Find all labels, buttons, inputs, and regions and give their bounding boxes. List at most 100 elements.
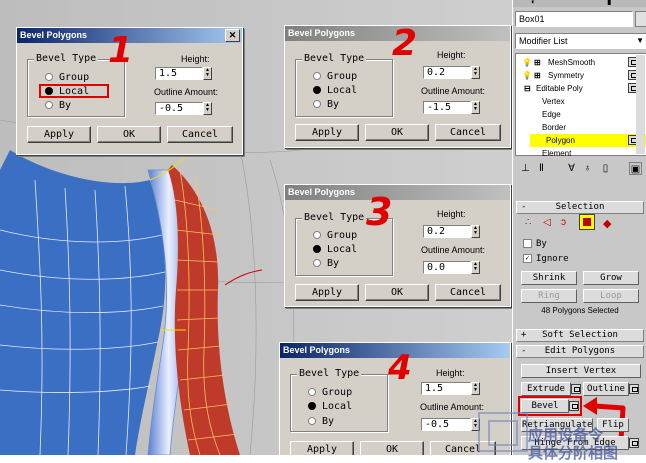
border-icon[interactable]: ↄ	[561, 217, 566, 228]
edge-icon[interactable]: ◁	[543, 217, 551, 228]
cancel-button[interactable]: Cancel	[435, 124, 501, 141]
height-field[interactable]: 0.2	[423, 225, 471, 238]
stack-item-polygon[interactable]: Polygon	[530, 134, 646, 147]
object-color-swatch[interactable]	[635, 11, 646, 27]
cancel-button[interactable]: Cancel	[435, 284, 501, 301]
element-icon[interactable]: ◆	[603, 217, 611, 230]
radio-group[interactable]: Group	[313, 230, 357, 241]
apply-button[interactable]: Apply	[295, 284, 359, 301]
spinner-arrows-icon[interactable]: ▲ ▼	[471, 225, 480, 238]
bevel-settings-icon[interactable]	[569, 401, 579, 411]
modifier-list-dropdown[interactable]: Modifier List ▼	[515, 33, 646, 49]
make-unique-icon[interactable]: ∀	[565, 162, 578, 175]
vertex-icon[interactable]: ∴	[525, 217, 531, 228]
extrude-button[interactable]: Extrude	[521, 382, 571, 396]
spinner-arrows-icon[interactable]: ▲ ▼	[471, 66, 480, 79]
outline-field[interactable]: 0.0	[423, 261, 471, 274]
bevel-button[interactable]: Bevel	[521, 399, 569, 413]
height-label: Height:	[436, 368, 465, 378]
expand-icon[interactable]: ⊞	[534, 56, 541, 69]
show-end-result-icon[interactable]: Ⅱ	[535, 162, 548, 175]
outline-field[interactable]: -0.5	[155, 102, 203, 115]
shrink-button[interactable]: Shrink	[521, 271, 577, 285]
spinner-arrows-icon[interactable]: ▲ ▼	[203, 102, 212, 115]
insert-vertex-button[interactable]: Insert Vertex	[521, 364, 641, 378]
selection-rollout-header[interactable]: - Selection	[516, 201, 644, 214]
ok-button[interactable]: OK	[360, 441, 424, 455]
extrude-settings-icon[interactable]	[571, 384, 581, 394]
radio-group[interactable]: Group	[308, 387, 352, 398]
radio-local[interactable]: Local	[313, 244, 357, 255]
by-vertex-checkbox[interactable]: By	[523, 239, 547, 249]
outline-settings-icon[interactable]	[629, 384, 639, 394]
height-spinner[interactable]: 1.5 ▲ ▼	[421, 382, 481, 395]
pin-stack-icon[interactable]: ⊥	[519, 162, 532, 175]
remove-modifier-icon[interactable]: ♁	[581, 162, 594, 175]
radio-icon	[45, 73, 53, 81]
stack-scrollbar[interactable]	[636, 55, 645, 154]
object-name-field[interactable]: Box01	[515, 11, 633, 27]
outline-field[interactable]: -0.5	[421, 418, 471, 431]
close-button[interactable]: ✕	[225, 29, 240, 42]
spinner-arrows-icon[interactable]: ▲ ▼	[471, 101, 480, 114]
ok-button[interactable]: OK	[97, 126, 161, 143]
height-spinner[interactable]: 0.2 ▲ ▼	[423, 225, 480, 238]
apply-button[interactable]: Apply	[290, 441, 354, 455]
stack-item-meshsmooth[interactable]: 💡 ⊞ MeshSmooth	[516, 56, 646, 69]
radio-local[interactable]: Local	[308, 401, 352, 412]
height-field[interactable]: 1.5	[155, 67, 203, 80]
height-spinner[interactable]: 1.5 ▲ ▼	[155, 67, 212, 80]
radio-by[interactable]: By	[45, 100, 71, 111]
lightbulb-icon[interactable]: 💡	[522, 69, 532, 82]
ok-button[interactable]: OK	[365, 124, 429, 141]
radio-local[interactable]: Local	[45, 86, 89, 97]
display-tab-icon[interactable]: ◐	[531, 0, 536, 6]
radio-local[interactable]: Local	[313, 85, 357, 96]
radio-by[interactable]: By	[308, 416, 334, 427]
dialog-title-bar[interactable]: Bevel Polygons	[285, 185, 510, 200]
stack-item-symmetry[interactable]: 💡 ⊞ Symmetry	[516, 69, 646, 82]
cancel-button[interactable]: Cancel	[167, 126, 233, 143]
apply-button[interactable]: Apply	[27, 126, 91, 143]
outline-spinner[interactable]: -1.5 ▲ ▼	[423, 101, 480, 114]
chevron-down-icon: ▼	[636, 36, 644, 45]
outline-spinner[interactable]: 0.0 ▲ ▼	[423, 261, 480, 274]
utilities-tab-icon[interactable]: ▮	[607, 0, 611, 6]
radio-by[interactable]: By	[313, 258, 339, 269]
height-field[interactable]: 1.5	[421, 382, 471, 395]
edit-polygons-rollout-header[interactable]: - Edit Polygons	[516, 345, 644, 358]
outline-field[interactable]: -1.5	[423, 101, 471, 114]
soft-selection-rollout-header[interactable]: + Soft Selection	[516, 329, 644, 342]
ring-button[interactable]: Ring	[521, 289, 577, 303]
radio-icon	[313, 231, 321, 239]
lightbulb-icon[interactable]: 💡	[522, 56, 532, 69]
subobject-icons: ∴ ◁ ↄ ◆	[521, 214, 641, 234]
stack-item-editable-poly[interactable]: ⊟ Editable Poly	[516, 82, 646, 95]
stack-item-vertex[interactable]: Vertex	[542, 95, 565, 108]
radio-icon	[313, 100, 321, 108]
expand-icon[interactable]: ⊞	[534, 69, 541, 82]
grow-button[interactable]: Grow	[583, 271, 639, 285]
ok-button[interactable]: OK	[365, 284, 429, 301]
height-field[interactable]: 0.2	[423, 66, 471, 79]
stack-item-edge[interactable]: Edge	[542, 108, 561, 121]
outline-spinner[interactable]: -0.5 ▲ ▼	[155, 102, 212, 115]
spinner-arrows-icon[interactable]: ▲ ▼	[471, 261, 480, 274]
radio-group[interactable]: Group	[45, 72, 89, 83]
spinner-arrows-icon[interactable]: ▲ ▼	[203, 67, 212, 80]
radio-by[interactable]: By	[313, 99, 339, 110]
panel-options-icon[interactable]: ▣	[629, 162, 642, 175]
spinner-arrows-icon[interactable]: ▲ ▼	[471, 382, 480, 395]
stack-item-border[interactable]: Border	[542, 121, 566, 134]
configure-sets-icon[interactable]: ▯	[599, 162, 612, 175]
height-spinner[interactable]: 0.2 ▲ ▼	[423, 66, 480, 79]
apply-button[interactable]: Apply	[295, 124, 359, 141]
outline-spinner[interactable]: -0.5 ▲ ▼	[421, 418, 481, 431]
viewport[interactable]: Bevel Polygons ✕ Bevel Type Group Local …	[0, 0, 512, 455]
hinge-settings-icon[interactable]	[629, 438, 639, 448]
polygon-icon[interactable]	[579, 214, 595, 230]
collapse-icon[interactable]: ⊟	[524, 82, 531, 95]
radio-group[interactable]: Group	[313, 71, 357, 82]
loop-button[interactable]: Loop	[583, 289, 639, 303]
ignore-backfacing-checkbox[interactable]: ✓ Ignore	[523, 254, 569, 264]
